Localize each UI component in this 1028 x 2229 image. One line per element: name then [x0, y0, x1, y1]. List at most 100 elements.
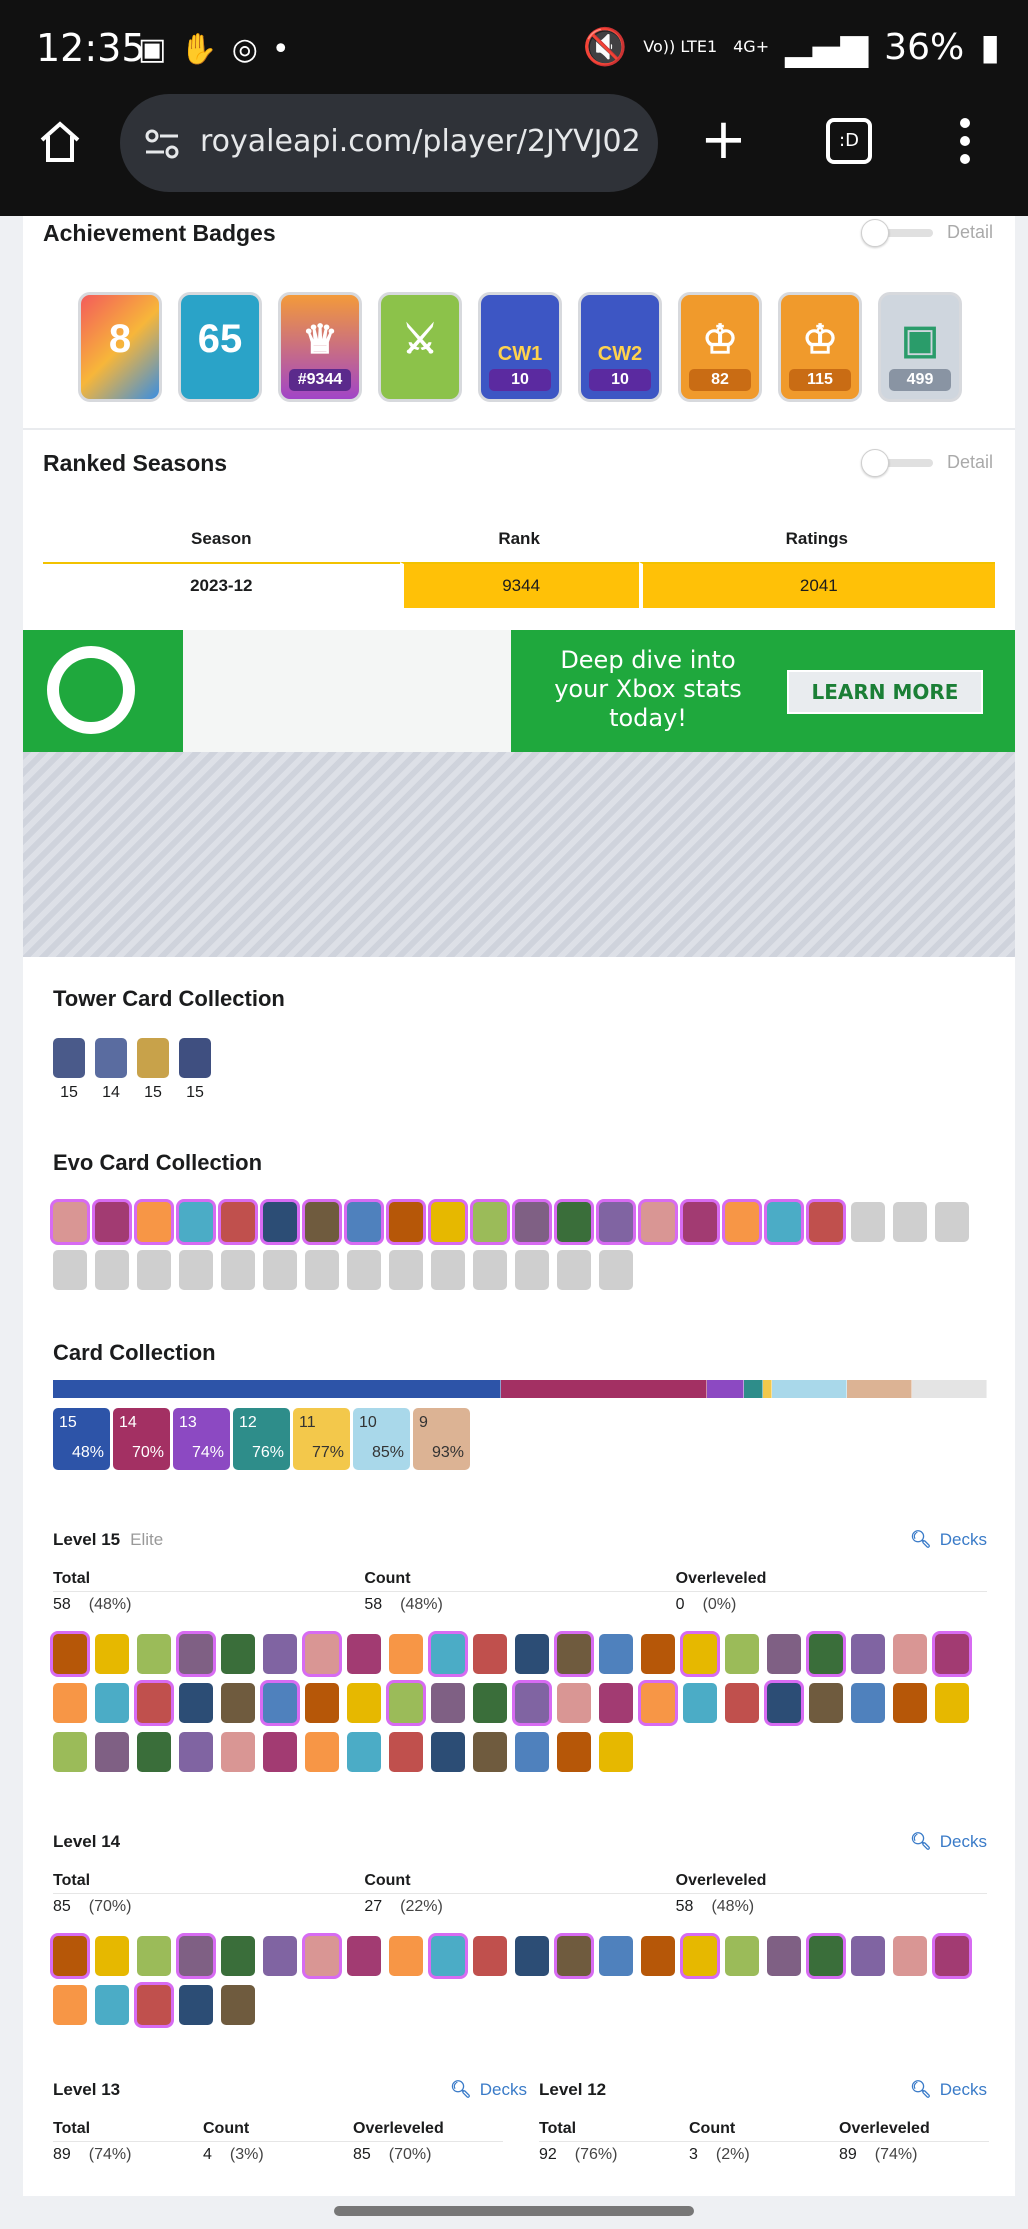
card-icon[interactable] [389, 1634, 423, 1674]
card-icon[interactable] [683, 1683, 717, 1723]
card-icon[interactable] [305, 1732, 339, 1772]
card-icon[interactable] [179, 1202, 213, 1242]
level-tile[interactable]: 12 76% [233, 1408, 290, 1470]
card-icon[interactable] [221, 1683, 255, 1723]
card-icon[interactable] [515, 1683, 549, 1723]
card-icon[interactable] [263, 1250, 297, 1290]
card-icon[interactable] [179, 1985, 213, 2025]
card-icon[interactable] [221, 1936, 255, 1976]
card-icon[interactable] [557, 1936, 591, 1976]
card-icon[interactable] [725, 1936, 759, 1976]
card-icon[interactable] [221, 1202, 255, 1242]
card-icon[interactable] [935, 1634, 969, 1674]
card-icon[interactable] [599, 1936, 633, 1976]
card-icon[interactable] [599, 1202, 633, 1242]
card-icon[interactable] [95, 1985, 129, 2025]
card-icon[interactable] [221, 1634, 255, 1674]
card-icon[interactable] [515, 1202, 549, 1242]
card-icon[interactable] [53, 1634, 87, 1674]
card-icon[interactable] [893, 1634, 927, 1674]
card-icon[interactable] [683, 1936, 717, 1976]
badge-crowns-82[interactable]: ♔ 82 [678, 292, 762, 402]
card-icon[interactable] [851, 1634, 885, 1674]
card-icon[interactable] [137, 1202, 171, 1242]
card-icon[interactable] [53, 1683, 87, 1723]
card-icon[interactable] [431, 1634, 465, 1674]
card-icon[interactable] [53, 1985, 87, 2025]
address-bar[interactable]: royaleapi.com/player/2JYVJ02 [120, 94, 658, 192]
card-icon[interactable] [305, 1634, 339, 1674]
card-icon[interactable] [599, 1250, 633, 1290]
card-icon[interactable] [557, 1732, 591, 1772]
new-tab-button[interactable]: + [700, 112, 747, 168]
level-tile[interactable]: 11 77% [293, 1408, 350, 1470]
card-icon[interactable] [137, 1683, 171, 1723]
tower-card[interactable]: 15 [53, 1038, 85, 1102]
card-icon[interactable] [767, 1634, 801, 1674]
badge-cw1[interactable]: CW1 10 [478, 292, 562, 402]
card-icon[interactable] [851, 1202, 885, 1242]
card-icon[interactable] [431, 1250, 465, 1290]
learn-more-button[interactable]: LEARN MORE [787, 670, 983, 714]
card-icon[interactable] [95, 1683, 129, 1723]
card-icon[interactable] [893, 1202, 927, 1242]
card-icon[interactable] [347, 1732, 381, 1772]
badge-level[interactable]: 65 [178, 292, 262, 402]
card-icon[interactable] [851, 1936, 885, 1976]
level14-decks-link[interactable]: 🔍︎ Decks [910, 1832, 987, 1852]
card-icon[interactable] [95, 1732, 129, 1772]
card-icon[interactable] [389, 1732, 423, 1772]
card-icon[interactable] [431, 1936, 465, 1976]
level15-decks-link[interactable]: 🔍︎ Decks [910, 1530, 987, 1550]
card-icon[interactable] [263, 1202, 297, 1242]
card-icon[interactable] [809, 1683, 843, 1723]
card-icon[interactable] [389, 1250, 423, 1290]
card-icon[interactable] [641, 1683, 675, 1723]
card-icon[interactable] [641, 1202, 675, 1242]
card-icon[interactable] [53, 1936, 87, 1976]
home-icon[interactable] [36, 118, 84, 166]
card-icon[interactable] [179, 1683, 213, 1723]
card-icon[interactable] [137, 1936, 171, 1976]
card-icon[interactable] [431, 1202, 465, 1242]
card-icon[interactable] [53, 1202, 87, 1242]
card-icon[interactable] [767, 1202, 801, 1242]
level-tile[interactable]: 9 93% [413, 1408, 470, 1470]
card-icon[interactable] [263, 1634, 297, 1674]
card-icon[interactable] [431, 1732, 465, 1772]
card-icon[interactable] [221, 1985, 255, 2025]
card-icon[interactable] [137, 1985, 171, 2025]
card-icon[interactable] [137, 1634, 171, 1674]
card-icon[interactable] [473, 1202, 507, 1242]
tab-switcher-button[interactable]: :D [826, 118, 872, 164]
card-icon[interactable] [557, 1202, 591, 1242]
card-icon[interactable] [305, 1683, 339, 1723]
card-icon[interactable] [515, 1250, 549, 1290]
card-icon[interactable] [347, 1202, 381, 1242]
overflow-menu-icon[interactable] [960, 118, 970, 164]
card-icon[interactable] [767, 1683, 801, 1723]
card-icon[interactable] [935, 1202, 969, 1242]
card-icon[interactable] [473, 1250, 507, 1290]
badge-cw2[interactable]: CW2 10 [578, 292, 662, 402]
card-icon[interactable] [683, 1634, 717, 1674]
level-tile[interactable]: 15 48% [53, 1408, 110, 1470]
card-icon[interactable] [305, 1250, 339, 1290]
card-icon[interactable] [179, 1936, 213, 1976]
card-icon[interactable] [557, 1250, 591, 1290]
card-icon[interactable] [515, 1936, 549, 1976]
achievements-detail-toggle[interactable]: Detail [860, 218, 993, 247]
home-handle[interactable] [334, 2206, 694, 2216]
tower-card[interactable]: 15 [179, 1038, 211, 1102]
card-icon[interactable] [305, 1202, 339, 1242]
card-icon[interactable] [809, 1202, 843, 1242]
card-icon[interactable] [599, 1683, 633, 1723]
card-icon[interactable] [221, 1732, 255, 1772]
card-icon[interactable] [851, 1683, 885, 1723]
level12-decks-link[interactable]: 🔍︎ Decks [910, 2080, 987, 2100]
card-icon[interactable] [263, 1732, 297, 1772]
level-tile[interactable]: 14 70% [113, 1408, 170, 1470]
card-icon[interactable] [95, 1202, 129, 1242]
card-icon[interactable] [473, 1683, 507, 1723]
card-icon[interactable] [599, 1732, 633, 1772]
